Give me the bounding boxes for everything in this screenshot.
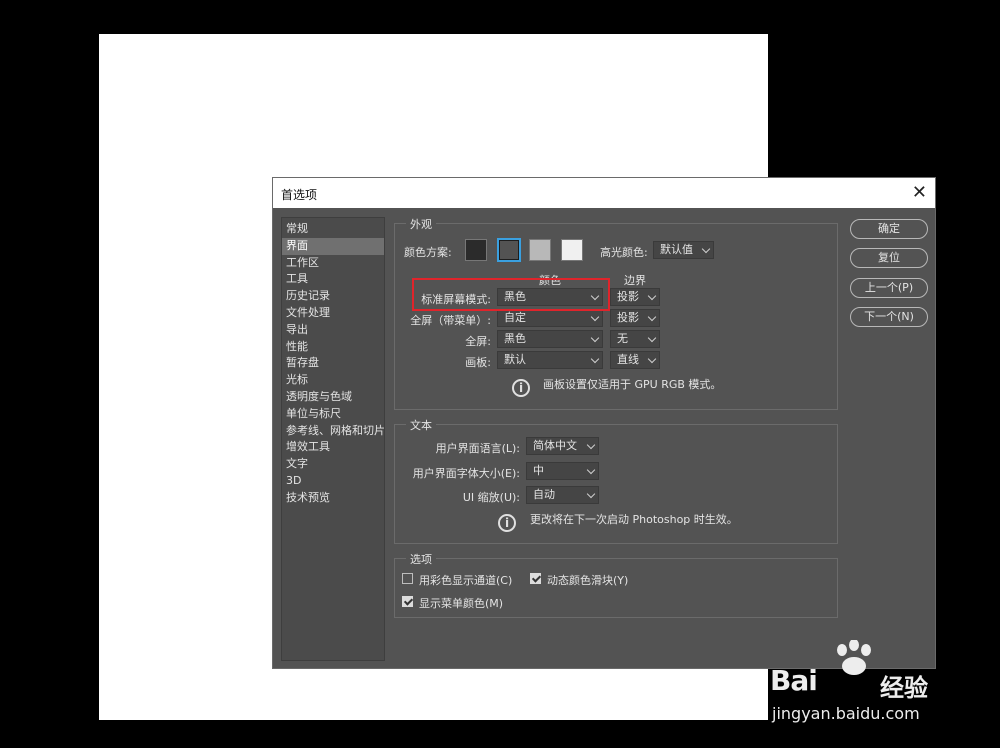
chevron-down-icon — [647, 312, 657, 322]
sidebar-item[interactable]: 文件处理 — [282, 305, 384, 322]
artboard-border-value: 直线 — [617, 353, 639, 366]
baidu-paw-icon — [837, 640, 871, 675]
fullscreen-menu-color-select[interactable]: 自定 — [497, 309, 603, 327]
options-title: 选项 — [406, 551, 436, 567]
fullscreen-color-select[interactable]: 黑色 — [497, 330, 603, 348]
fullscreen-color-value: 黑色 — [504, 332, 526, 345]
chevron-down-icon — [647, 291, 657, 301]
chevron-down-icon — [586, 440, 596, 450]
reset-button[interactable]: 复位 — [850, 248, 928, 268]
color-channels-label[interactable]: 用彩色显示通道(C) — [419, 572, 512, 588]
preferences-dialog: 首选项 ✕ 常规 界面 工作区 工具 历史记录 文件处理 导出 性能 暂存盘 光标 透明度与色域 单位… — [272, 177, 936, 669]
chevron-down-icon — [590, 312, 600, 322]
sidebar-item[interactable]: 参考线、网格和切片 — [282, 423, 385, 440]
chevron-down-icon — [586, 465, 596, 475]
sidebar-item[interactable]: 单位与标尺 — [282, 406, 384, 423]
highlight-color-value: 默认值 — [660, 243, 693, 256]
fullscreen-menu-label: 全屏（带菜单）: — [410, 314, 491, 327]
artboard-label: 画板: — [465, 356, 491, 369]
artboard-border-select[interactable]: 直线 — [610, 351, 660, 369]
sidebar-item[interactable]: 常规 — [282, 221, 384, 238]
chevron-down-icon — [590, 333, 600, 343]
ui-scale-value: 自动 — [533, 488, 555, 501]
previous-button[interactable]: 上一个(P) — [850, 278, 928, 298]
sidebar-item[interactable]: 3D — [282, 473, 384, 490]
standard-screen-border-select[interactable]: 投影 — [610, 288, 660, 306]
sidebar-item[interactable]: 界面 — [282, 237, 384, 255]
color-scheme-swatch-darkest[interactable] — [465, 239, 487, 261]
sidebar-item[interactable]: 暂存盘 — [282, 355, 384, 372]
sidebar-item[interactable]: 技术预览 — [282, 490, 384, 507]
sidebar-item[interactable]: 导出 — [282, 322, 384, 339]
artboard-info-text: 画板设置仅适用于 GPU RGB 模式。 — [543, 378, 722, 391]
fullscreen-border-select[interactable]: 无 — [610, 330, 660, 348]
ui-font-size-select[interactable]: 中 — [526, 462, 599, 480]
sidebar-item[interactable]: 文字 — [282, 456, 384, 473]
menu-colors-label[interactable]: 显示菜单颜色(M) — [419, 595, 503, 611]
artboard-color-select[interactable]: 默认 — [497, 351, 603, 369]
sidebar-item[interactable]: 增效工具 — [282, 439, 384, 456]
menu-colors-checkbox[interactable] — [402, 596, 413, 607]
restart-info-text: 更改将在下一次启动 Photoshop 时生效。 — [530, 513, 738, 526]
chevron-down-icon — [590, 354, 600, 364]
watermark-logo-text: Bai — [770, 664, 818, 697]
preferences-sidebar: 常规 界面 工作区 工具 历史记录 文件处理 导出 性能 暂存盘 光标 透明度与色域 单位与标尺 参考线… — [281, 217, 385, 661]
ui-font-size-label: 用户界面字体大小(E): — [412, 467, 520, 480]
highlight-color-label: 高光颜色: — [600, 246, 648, 259]
border-column-header: 边界 — [624, 274, 646, 287]
sidebar-item[interactable]: 光标 — [282, 372, 384, 389]
dynamic-sliders-checkbox[interactable] — [530, 573, 541, 584]
dialog-title: 首选项 — [281, 188, 318, 202]
chevron-down-icon — [647, 354, 657, 364]
chevron-down-icon — [647, 333, 657, 343]
ui-font-size-value: 中 — [533, 464, 544, 477]
ui-scale-select[interactable]: 自动 — [526, 486, 599, 504]
annotation-highlight-box — [412, 278, 610, 311]
fullscreen-menu-border-value: 投影 — [617, 311, 639, 324]
color-scheme-swatch-medium[interactable] — [529, 239, 551, 261]
color-scheme-swatch-light[interactable] — [561, 239, 583, 261]
next-button[interactable]: 下一个(N) — [850, 307, 928, 327]
ui-language-select[interactable]: 简体中文 — [526, 437, 599, 455]
baidu-jingyan-watermark: Bai 经验 jingyan.baidu.com — [770, 640, 995, 730]
appearance-title: 外观 — [406, 216, 436, 232]
fullscreen-border-value: 无 — [617, 332, 628, 345]
highlight-color-select[interactable]: 默认值 — [653, 241, 714, 259]
sidebar-item[interactable]: 透明度与色域 — [282, 389, 384, 406]
chevron-down-icon — [586, 489, 596, 499]
ui-language-value: 简体中文 — [533, 439, 577, 452]
color-channels-checkbox[interactable] — [402, 573, 413, 584]
standard-screen-border-value: 投影 — [617, 290, 639, 303]
sidebar-item[interactable]: 性能 — [282, 339, 384, 356]
color-scheme-swatch-dark[interactable] — [497, 238, 521, 262]
sidebar-item[interactable]: 工具 — [282, 271, 384, 288]
sidebar-item[interactable]: 历史记录 — [282, 288, 384, 305]
chevron-down-icon — [701, 244, 711, 254]
ok-button[interactable]: 确定 — [850, 219, 928, 239]
watermark-url: jingyan.baidu.com — [772, 704, 920, 723]
info-icon: i — [512, 379, 530, 397]
artboard-color-value: 默认 — [504, 353, 526, 366]
ui-scale-label: UI 缩放(U): — [462, 491, 520, 504]
dialog-titlebar: 首选项 ✕ — [273, 178, 935, 208]
watermark-logo-text-2: 经验 — [880, 674, 928, 702]
text-title: 文本 — [406, 417, 436, 433]
sidebar-list: 常规 界面 工作区 工具 历史记录 文件处理 导出 性能 暂存盘 光标 透明度与色域 单位与标尺 参考线… — [282, 218, 385, 507]
fullscreen-label: 全屏: — [465, 335, 491, 348]
dynamic-sliders-label[interactable]: 动态颜色滑块(Y) — [547, 572, 628, 588]
fullscreen-menu-color-value: 自定 — [504, 311, 526, 324]
sidebar-item[interactable]: 工作区 — [282, 255, 384, 272]
fullscreen-menu-border-select[interactable]: 投影 — [610, 309, 660, 327]
ui-language-label: 用户界面语言(L): — [435, 442, 520, 455]
close-icon[interactable]: ✕ — [912, 182, 927, 203]
info-icon: i — [498, 514, 516, 532]
color-scheme-label: 颜色方案: — [404, 246, 452, 259]
